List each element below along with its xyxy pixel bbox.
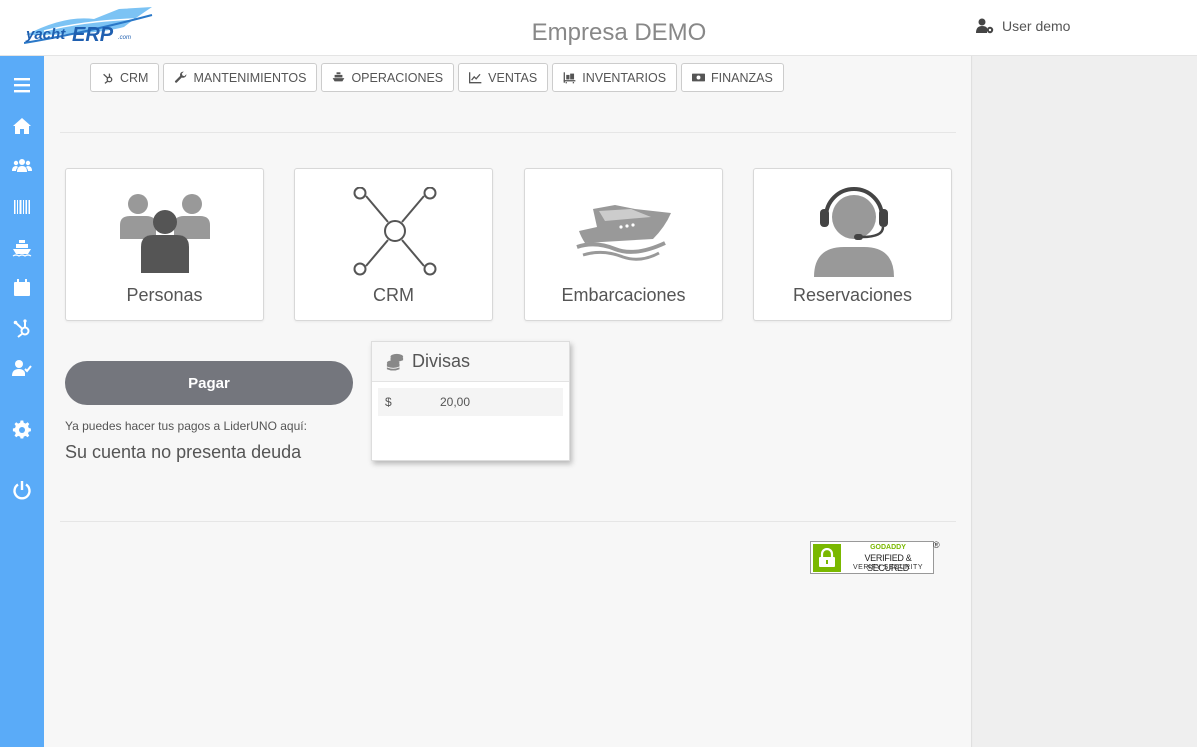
sidebar-operations[interactable] (0, 233, 44, 263)
nav-operaciones-label: OPERACIONES (351, 70, 444, 85)
sidebar-crm[interactable] (0, 313, 44, 343)
pagar-button[interactable]: Pagar (65, 361, 353, 405)
tile-crm[interactable]: CRM (294, 168, 493, 321)
ship-icon (333, 72, 345, 82)
divider-bottom (60, 521, 956, 522)
yachterp-logo[interactable]: yacht ERP .com (24, 5, 154, 47)
divisas-currency: $ (385, 395, 392, 409)
tile-personas[interactable]: Personas (65, 168, 264, 321)
ship-icon (12, 240, 32, 257)
coins-icon (386, 353, 404, 371)
module-nav: CRM MANTENIMIENTOS OPERACIONES VENTAS IN… (90, 63, 784, 92)
svg-text:ERP: ERP (72, 24, 114, 46)
home-icon (13, 118, 31, 134)
seal-brand: GODADDY (870, 544, 906, 551)
user-check-icon (12, 360, 32, 376)
divisas-panel: Divisas $ 20,00 (371, 341, 570, 461)
calendar-icon (14, 279, 30, 296)
lock-icon-box (813, 544, 841, 572)
nav-ventas-label: VENTAS (488, 70, 538, 85)
main-content: CRM MANTENIMIENTOS OPERACIONES VENTAS IN… (44, 56, 972, 747)
sidebar-logout[interactable] (0, 475, 44, 505)
payment-hint: Ya puedes hacer tus pagos a LiderUNO aqu… (65, 419, 307, 433)
headset-agent-icon (814, 187, 894, 277)
barcode-icon (14, 200, 30, 214)
nav-inventarios-button[interactable]: INVENTARIOS (552, 63, 678, 92)
sidebar-barcode[interactable] (0, 192, 44, 222)
nav-ventas-button[interactable]: VENTAS (458, 63, 549, 92)
nav-inventarios-label: INVENTARIOS (582, 70, 667, 85)
tile-reservaciones-label: Reservaciones (792, 285, 913, 305)
hubspot-icon (103, 73, 113, 84)
tile-reservaciones[interactable]: Reservaciones (753, 168, 952, 321)
svg-text:yacht: yacht (25, 26, 66, 43)
nav-mantenimientos-label: MANTENIMIENTOS (193, 70, 307, 85)
power-icon (13, 481, 31, 500)
divisas-header: Divisas (372, 342, 569, 382)
sidebar-settings[interactable] (0, 415, 44, 445)
pallet-icon (563, 72, 576, 84)
sidebar-user-check[interactable] (0, 353, 44, 383)
chart-line-icon (469, 72, 482, 84)
divisas-title: Divisas (412, 351, 471, 371)
lock-icon (819, 548, 835, 567)
sidebar (0, 56, 44, 747)
nav-mantenimientos-button[interactable]: MANTENIMIENTOS (163, 63, 318, 92)
nav-finanzas-label: FINANZAS (711, 70, 773, 85)
sidebar-calendar[interactable] (0, 273, 44, 303)
user-cog-icon (976, 18, 994, 34)
divisas-row: $ 20,00 (378, 388, 563, 416)
debt-status: Su cuenta no presenta deuda (65, 442, 302, 462)
sidebar-home[interactable] (0, 111, 44, 141)
seal-registered-mark: ® (933, 540, 940, 550)
yacht-icon (576, 205, 671, 261)
godaddy-seal[interactable]: GODADDY VERIFIED & SECURED VERIFY SECURI… (810, 541, 934, 574)
users-icon (12, 159, 32, 172)
nav-crm-label: CRM (120, 70, 149, 85)
sidebar-menu[interactable] (0, 70, 44, 100)
nav-crm-button[interactable]: CRM (90, 63, 160, 92)
seal-verify: VERIFY SECURITY (853, 564, 923, 571)
right-pane (973, 56, 1197, 747)
network-icon (353, 187, 437, 276)
nav-finanzas-button[interactable]: FINANZAS (681, 63, 784, 92)
top-header: yacht ERP .com Empresa DEMO User demo (0, 0, 1197, 56)
user-name: User demo (1002, 18, 1071, 34)
people-group-icon (120, 194, 210, 273)
tile-embarcaciones[interactable]: Embarcaciones (524, 168, 723, 321)
svg-text:.com: .com (118, 35, 131, 41)
tile-crm-label: CRM (373, 285, 414, 305)
divisas-amount: 20,00 (440, 395, 471, 409)
sidebar-users[interactable] (0, 151, 44, 181)
wrench-icon (175, 71, 187, 83)
hubspot-icon (13, 319, 30, 338)
user-menu[interactable]: User demo (976, 18, 1070, 34)
tile-personas-label: Personas (126, 285, 203, 305)
company-name: Empresa DEMO (531, 19, 707, 46)
nav-operaciones-button[interactable]: OPERACIONES (321, 63, 455, 92)
gear-icon (12, 420, 31, 439)
tile-embarcaciones-label: Embarcaciones (561, 285, 686, 305)
divider-top (60, 132, 956, 133)
money-icon (692, 73, 706, 82)
menu-icon (14, 78, 30, 93)
